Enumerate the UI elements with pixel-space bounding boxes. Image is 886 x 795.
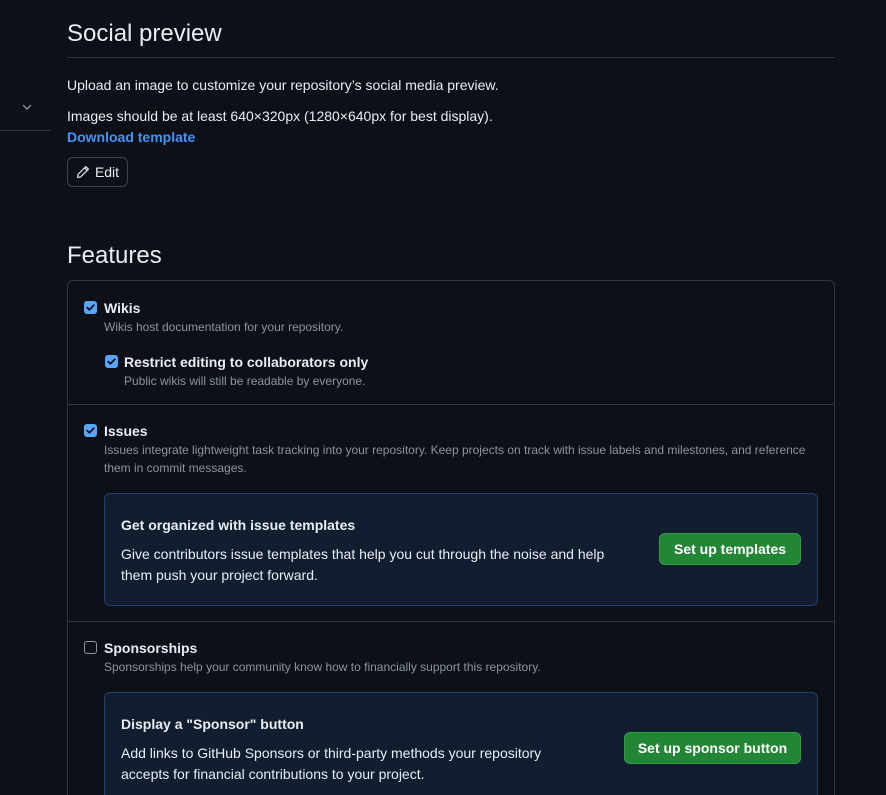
issues-checkbox[interactable] xyxy=(84,424,97,437)
sponsorships-label[interactable]: Sponsorships xyxy=(104,640,197,656)
features-box: Wikis Wikis host documentation for your … xyxy=(67,280,835,795)
wikis-label[interactable]: Wikis xyxy=(104,300,140,316)
settings-page: Social preview Upload an image to custom… xyxy=(0,0,886,795)
section-divider xyxy=(67,57,835,58)
features-title: Features xyxy=(67,242,162,269)
edit-button-label: Edit xyxy=(94,164,120,180)
set-up-sponsor-button[interactable]: Set up sponsor button xyxy=(624,732,801,764)
wikis-checkbox[interactable] xyxy=(84,301,97,314)
feature-wikis: Wikis Wikis host documentation for your … xyxy=(68,281,834,404)
issue-templates-promo-text-line2: them push your project forward. xyxy=(121,567,318,583)
sponsor-button-promo: Display a "Sponsor" button Add links to … xyxy=(104,692,818,795)
check-icon xyxy=(86,304,95,311)
sidebar-divider xyxy=(0,130,51,131)
issues-description-line2: them in commit messages. xyxy=(104,461,247,475)
check-icon xyxy=(86,427,95,434)
sponsorships-checkbox[interactable] xyxy=(84,641,97,654)
edit-button[interactable]: Edit xyxy=(67,157,128,187)
restrict-editing-label[interactable]: Restrict editing to collaborators only xyxy=(124,354,368,370)
download-template-link[interactable]: Download template xyxy=(67,129,195,145)
sponsor-promo-text-line1: Add links to GitHub Sponsors or third-pa… xyxy=(121,745,542,761)
social-preview-title: Social preview xyxy=(67,20,222,47)
set-up-templates-button[interactable]: Set up templates xyxy=(659,533,801,565)
issues-label[interactable]: Issues xyxy=(104,423,148,439)
wikis-description: Wikis host documentation for your reposi… xyxy=(104,320,344,334)
pencil-icon xyxy=(76,165,90,179)
feature-sponsorships: Sponsorships Sponsorships help your comm… xyxy=(68,622,834,795)
issues-description-line1: Issues integrate lightweight task tracki… xyxy=(104,443,806,457)
issue-templates-promo-text-line1: Give contributors issue templates that h… xyxy=(121,546,605,562)
social-preview-size-hint: Images should be at least 640×320px (128… xyxy=(67,108,493,124)
issue-templates-promo-title: Get organized with issue templates xyxy=(121,517,356,533)
restrict-editing-description: Public wikis will still be readable by e… xyxy=(124,374,366,388)
check-icon xyxy=(107,358,116,365)
issue-templates-promo: Get organized with issue templates Give … xyxy=(104,493,818,606)
sponsorships-description: Sponsorships help your community know ho… xyxy=(104,660,541,674)
restrict-editing-checkbox[interactable] xyxy=(105,355,118,368)
feature-issues: Issues Issues integrate lightweight task… xyxy=(68,405,834,621)
sponsor-promo-text-line2: accepts for financial contributions to y… xyxy=(121,766,425,782)
sponsor-promo-title: Display a "Sponsor" button xyxy=(121,716,304,732)
chevron-down-icon[interactable] xyxy=(17,98,37,116)
social-preview-description: Upload an image to customize your reposi… xyxy=(67,77,499,93)
